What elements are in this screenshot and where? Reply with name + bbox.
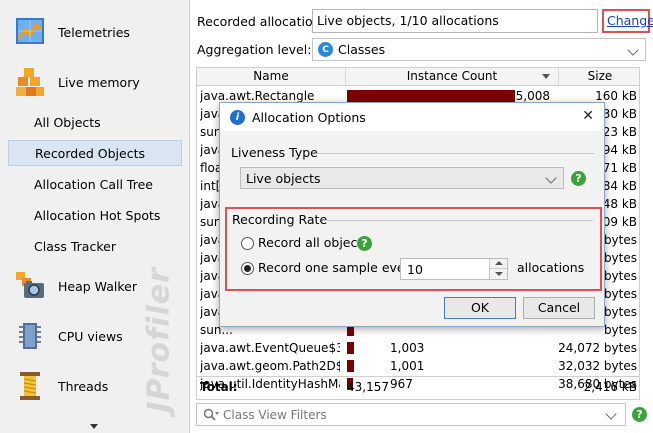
- sidebar-category-telemetries[interactable]: Telemetries: [14, 14, 130, 50]
- record-all-objects-label: Record all objects: [258, 235, 369, 250]
- table-row[interactable]: java.awt.geom.Path2D$Fl... 1,001 32,032 by…: [197, 357, 639, 375]
- column-header-label: Instance Count: [406, 69, 498, 83]
- size-cell: bytes: [603, 287, 637, 301]
- instance-count-cell: 1,001: [390, 359, 425, 373]
- info-icon: i: [230, 109, 245, 125]
- size-cell: bytes: [603, 233, 637, 247]
- sidebar-category-label: CPU views: [58, 328, 123, 344]
- sidebar-category-live-memory[interactable]: Live memory: [14, 64, 140, 100]
- help-icon[interactable]: ?: [571, 171, 586, 186]
- heap-walker-icon: [14, 270, 46, 302]
- sidebar-category-label: Telemetries: [58, 24, 130, 40]
- table-header: Name Instance Count Size: [197, 68, 639, 86]
- cancel-button[interactable]: Cancel: [523, 297, 595, 319]
- instance-count-bar: [347, 90, 515, 102]
- liveness-type-select[interactable]: Live objects: [240, 167, 564, 189]
- size-cell: bytes: [603, 251, 637, 265]
- separator: [323, 220, 593, 221]
- class-icon: C: [318, 42, 333, 57]
- threads-icon: [14, 370, 46, 402]
- sidebar: Telemetries Live memory All Objects Reco…: [0, 0, 190, 433]
- instance-count-cell: 5,008: [515, 89, 550, 103]
- class-view-filter-input[interactable]: Class View Filters: [196, 403, 626, 426]
- size-cell: bytes: [603, 323, 637, 337]
- sidebar-category-label: Heap Walker: [58, 278, 137, 294]
- allocation-options-dialog: i Allocation Options ✕ Liveness Type Liv…: [219, 102, 605, 327]
- dialog-title-bar: i Allocation Options ✕: [220, 103, 604, 131]
- size-cell: bytes: [603, 269, 637, 283]
- telemetries-icon: [14, 16, 46, 48]
- help-icon[interactable]: ?: [357, 236, 372, 251]
- instance-count-cell: 1,003: [390, 341, 425, 355]
- sidebar-item-allocation-hot-spots[interactable]: Allocation Hot Spots: [8, 202, 182, 228]
- size-cell: 84 kB: [602, 179, 637, 193]
- class-name-cell: java.awt.Rectangle: [200, 89, 315, 103]
- sort-descending-icon: [542, 74, 550, 79]
- record-sample-label: Record one sample every: [258, 260, 418, 275]
- search-icon: [203, 408, 219, 421]
- chevron-down-icon: [545, 172, 557, 184]
- size-cell: bytes: [603, 305, 637, 319]
- recording-rate-section: Recording Rate Record all objects ? Reco…: [225, 207, 602, 291]
- allocations-label: allocations: [517, 260, 585, 275]
- close-icon[interactable]: ✕: [582, 108, 594, 124]
- change-link[interactable]: Change: [602, 9, 653, 33]
- separator: [316, 153, 594, 154]
- sidebar-category-label: Live memory: [58, 74, 140, 90]
- ok-button[interactable]: OK: [444, 297, 516, 319]
- chevron-down-icon: [605, 408, 617, 420]
- jprofiler-watermark: JProfiler: [128, 250, 188, 420]
- dialog-title: Allocation Options: [252, 109, 366, 125]
- table-row[interactable]: java.awt.EventQueue$3 1,003 24,072 bytes: [197, 339, 639, 357]
- instance-count-bar: [347, 360, 354, 372]
- aggregation-level-value: Classes: [338, 42, 386, 57]
- table-total-row: Total: 43,157 2,416 kB: [197, 376, 639, 396]
- total-count: 43,157: [347, 380, 389, 394]
- total-label: Total:: [200, 380, 238, 394]
- filter-placeholder: Class View Filters: [223, 407, 327, 422]
- aggregation-level-label: Aggregation level:: [197, 42, 312, 57]
- stepper-down-icon[interactable]: [489, 269, 507, 279]
- column-header-size[interactable]: Size: [559, 68, 639, 86]
- size-cell: 94 kB: [602, 143, 637, 157]
- sidebar-category-threads[interactable]: Threads: [14, 368, 108, 404]
- class-name-cell: java.awt.EventQueue$3: [200, 341, 340, 355]
- recorded-allocations-field: Live objects, 1/10 allocations: [312, 9, 598, 33]
- liveness-type-title: Liveness Type: [231, 145, 318, 160]
- cpu-views-icon: [14, 320, 46, 352]
- sidebar-item-all-objects[interactable]: All Objects: [8, 109, 182, 135]
- class-name-cell: java.awt.geom.Path2D$Fl...: [200, 359, 340, 373]
- live-memory-icon: [14, 66, 46, 98]
- sample-rate-value: 10: [407, 262, 423, 277]
- recording-rate-title: Recording Rate: [232, 212, 328, 227]
- sidebar-item-recorded-objects[interactable]: Recorded Objects: [8, 140, 182, 166]
- stepper-up-icon[interactable]: [489, 259, 507, 269]
- sidebar-item-allocation-call-tree[interactable]: Allocation Call Tree: [8, 171, 182, 197]
- sidebar-category-cpu-views[interactable]: CPU views: [14, 318, 123, 354]
- size-cell: 71 kB: [602, 161, 637, 175]
- help-icon[interactable]: ?: [632, 407, 647, 422]
- instance-count-bar: [347, 342, 354, 354]
- size-cell: 160 kB: [595, 89, 637, 103]
- total-size: 2,416 kB: [583, 380, 637, 394]
- size-cell: 32,032 bytes: [558, 359, 637, 373]
- size-cell: 48 kB: [602, 197, 637, 211]
- record-sample-radio[interactable]: [241, 262, 254, 275]
- watermark-text: JProfiler: [141, 267, 177, 413]
- chevron-down-icon: [627, 44, 639, 56]
- aggregation-level-select[interactable]: C Classes: [312, 38, 646, 61]
- column-header-instance-count[interactable]: Instance Count: [346, 68, 559, 86]
- sample-rate-stepper[interactable]: 10: [400, 258, 508, 280]
- sidebar-scroll-down-icon[interactable]: [90, 424, 98, 429]
- column-header-name[interactable]: Name: [197, 68, 346, 86]
- size-cell: 24,072 bytes: [558, 341, 637, 355]
- liveness-type-value: Live objects: [246, 170, 321, 186]
- sidebar-category-label: Threads: [58, 378, 109, 394]
- record-all-objects-radio[interactable]: [241, 237, 254, 250]
- sidebar-category-heap-walker[interactable]: Heap Walker: [14, 268, 137, 304]
